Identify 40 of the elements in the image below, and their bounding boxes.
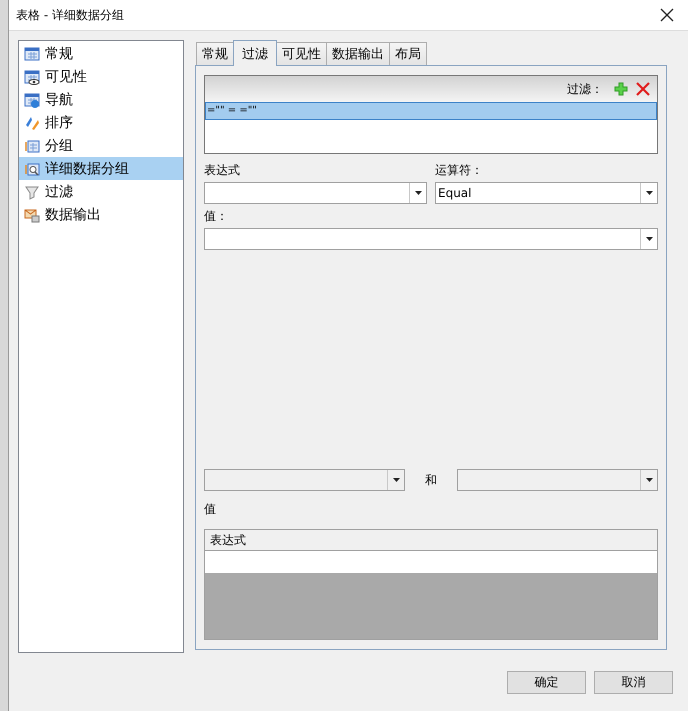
sidebar-item[interactable]: 导航 bbox=[19, 88, 183, 111]
dropdown-arrow-icon[interactable] bbox=[646, 237, 652, 241]
sidebar-item[interactable]: 可见性 bbox=[19, 65, 183, 88]
funnel-icon bbox=[24, 184, 40, 200]
sort-icon bbox=[24, 114, 40, 130]
field-label: 运算符： bbox=[435, 162, 484, 179]
export-icon bbox=[24, 206, 40, 222]
field-label: 表达式 bbox=[204, 162, 241, 179]
add-icon[interactable] bbox=[613, 81, 629, 97]
column-header: 表达式 bbox=[205, 530, 657, 551]
dialog-button[interactable]: 确定 bbox=[507, 671, 586, 694]
sidebar-item[interactable]: 数据输出 bbox=[19, 203, 183, 226]
dialog-button[interactable]: 取消 bbox=[594, 671, 673, 694]
table-globe-icon bbox=[24, 92, 40, 108]
group-icon bbox=[24, 138, 40, 154]
table-icon bbox=[24, 46, 40, 62]
values-label: 值 bbox=[204, 502, 216, 516]
sidebar-item[interactable]: 排序 bbox=[19, 111, 183, 134]
filter-label: 过滤： bbox=[567, 80, 603, 98]
tab[interactable]: 可见性 bbox=[276, 42, 327, 65]
tab[interactable]: 布局 bbox=[389, 42, 427, 65]
range-separator: 和 bbox=[424, 472, 438, 488]
window-title: 表格 - 详细数据分组 bbox=[16, 6, 124, 24]
delete-icon[interactable] bbox=[635, 81, 651, 97]
sidebar-item[interactable]: 分组 bbox=[19, 134, 183, 157]
sidebar-item[interactable]: 过滤 bbox=[19, 180, 183, 203]
field-value: Equal bbox=[437, 186, 472, 200]
sidebar-item[interactable]: 常规 bbox=[19, 42, 183, 65]
table-eye-icon bbox=[24, 68, 40, 84]
operator-dropdown[interactable]: Equal bbox=[435, 182, 658, 204]
field-label: 值： bbox=[204, 208, 229, 225]
group-search-icon bbox=[24, 160, 40, 176]
close-icon[interactable] bbox=[660, 8, 674, 22]
tab[interactable]: 数据输出 bbox=[326, 42, 390, 65]
dropdown-arrow-icon[interactable] bbox=[414, 191, 422, 195]
tab[interactable]: 过滤 bbox=[233, 40, 277, 66]
sidebar-item[interactable]: 详细数据分组 bbox=[19, 157, 183, 180]
tab[interactable]: 常规 bbox=[196, 42, 234, 65]
dropdown-arrow-icon[interactable] bbox=[646, 191, 652, 195]
filter-row[interactable]: ="" = ="" bbox=[205, 102, 657, 120]
